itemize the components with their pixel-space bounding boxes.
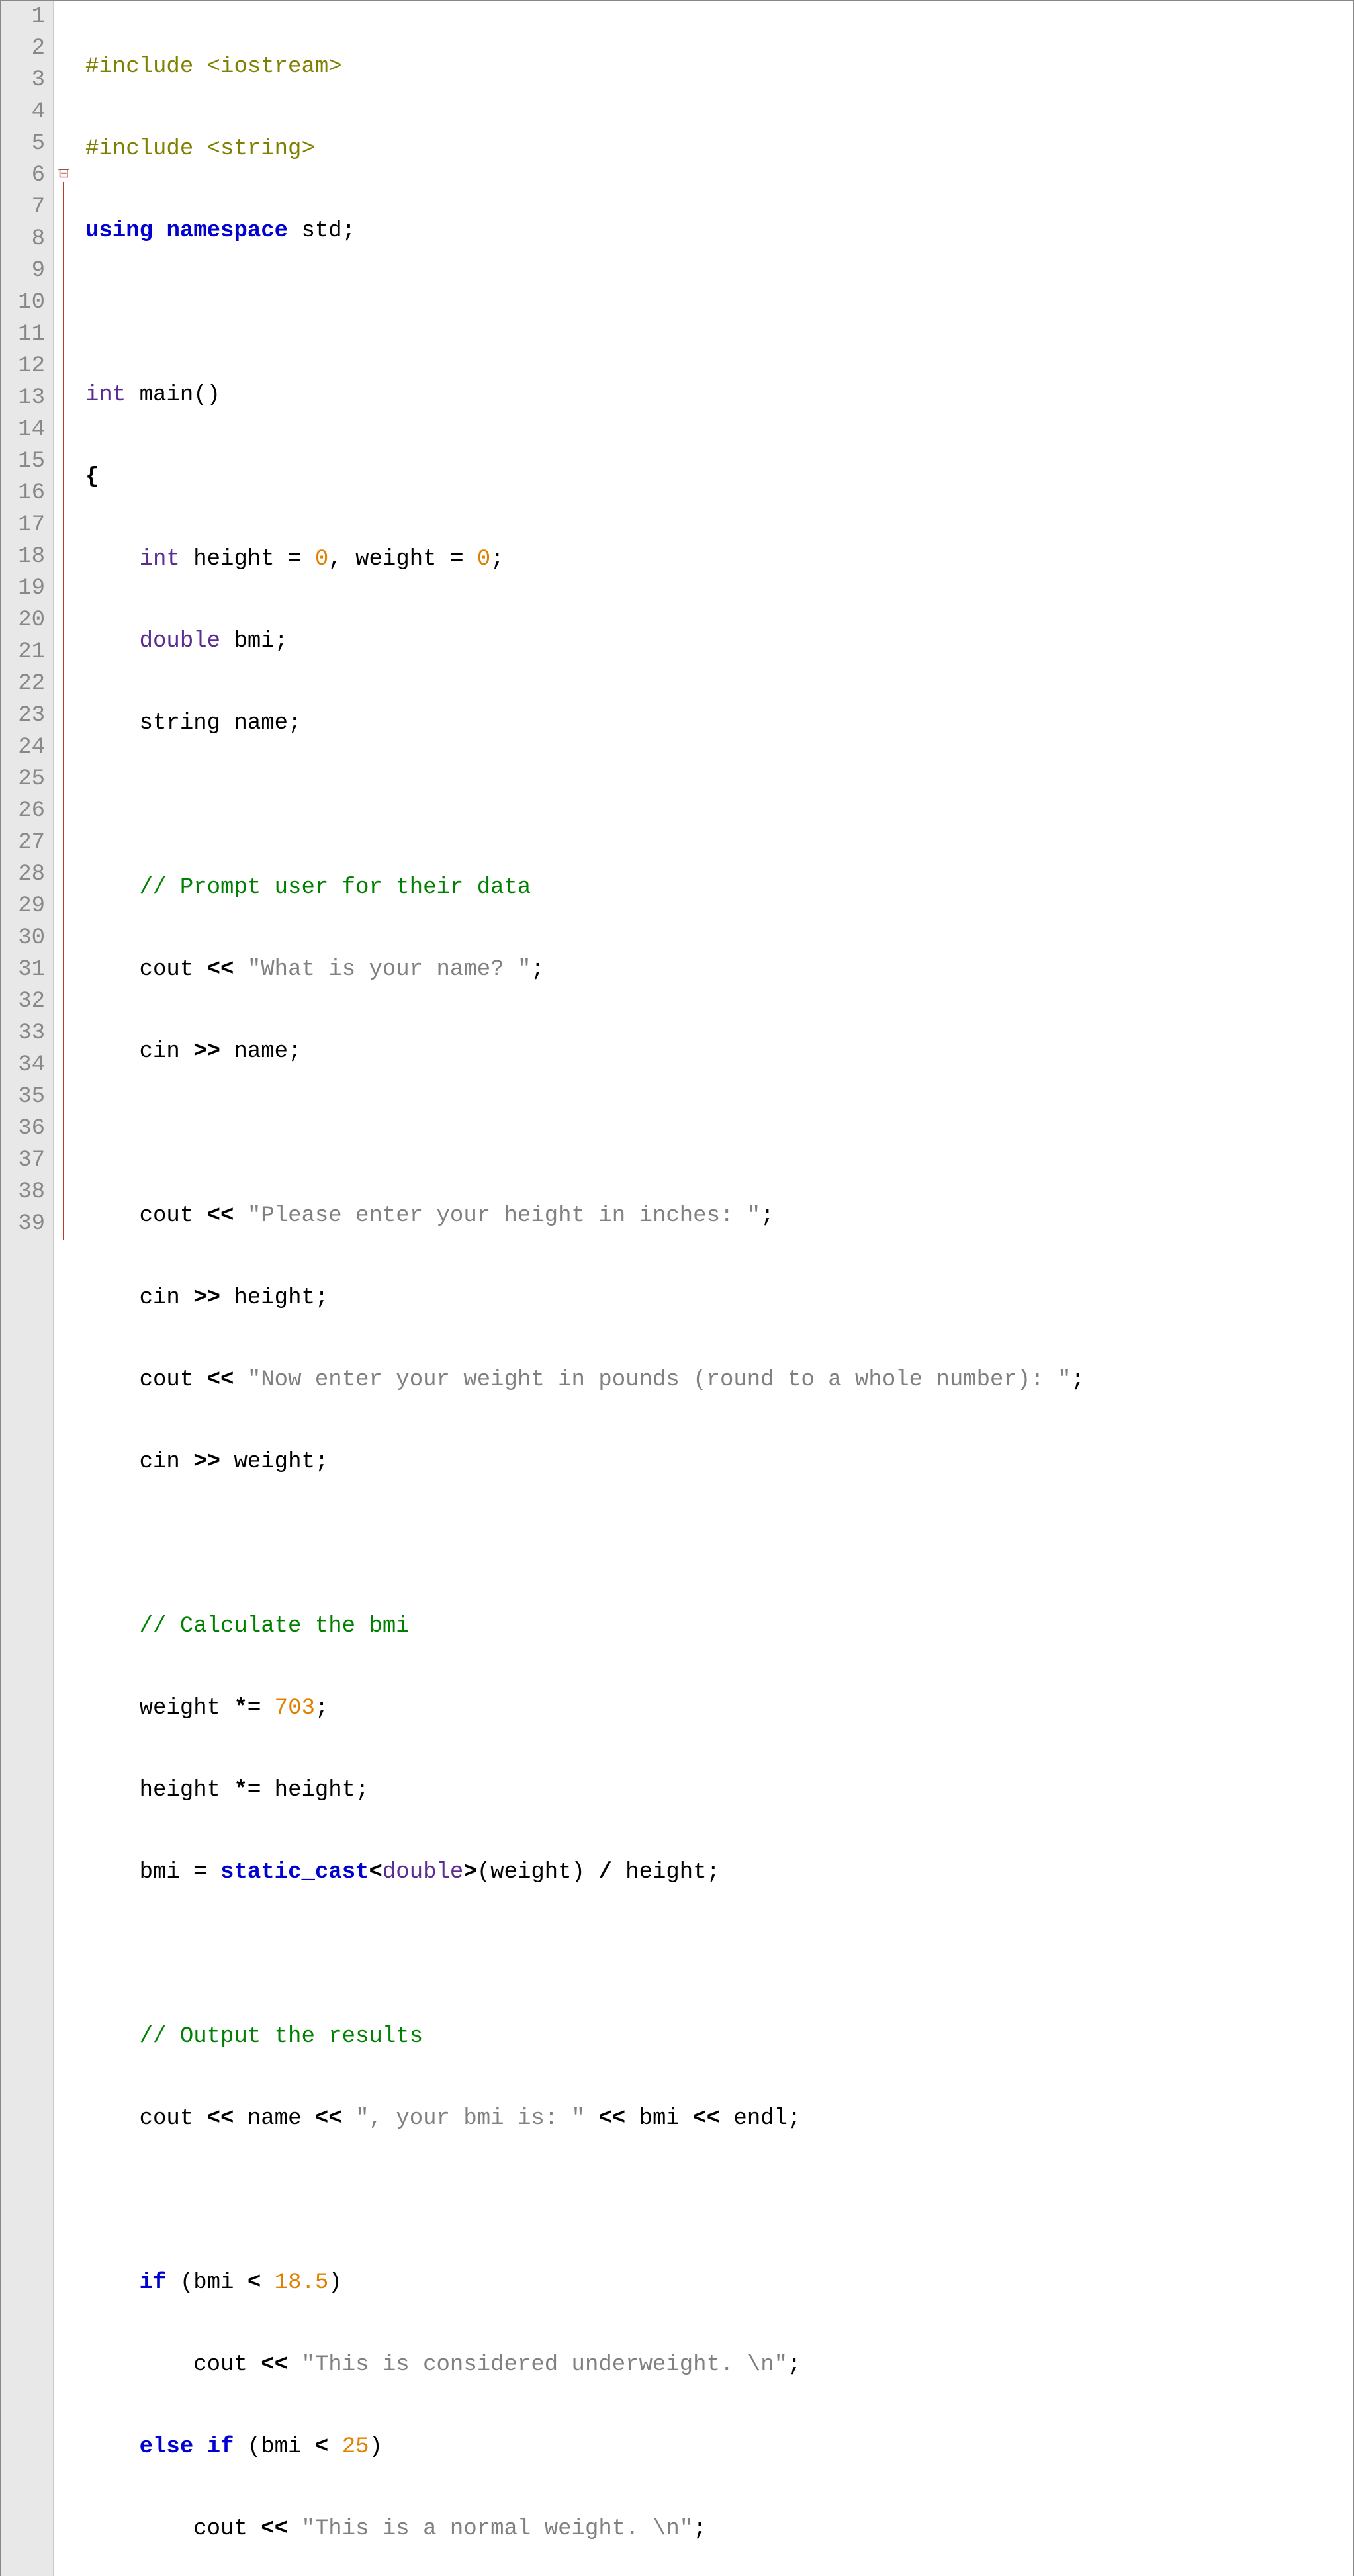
code-line: double bmi; xyxy=(85,625,1353,657)
line-number: 31 xyxy=(6,954,45,986)
line-number: 23 xyxy=(6,700,45,731)
code-line xyxy=(85,1528,1353,1560)
code-line: cout << "Please enter your height in inc… xyxy=(85,1200,1353,1232)
fold-guide-line xyxy=(63,182,64,1240)
code-line: // Prompt user for their data xyxy=(85,872,1353,903)
code-line: height *= height; xyxy=(85,1774,1353,1806)
line-number: 30 xyxy=(6,922,45,954)
line-number: 16 xyxy=(6,477,45,509)
code-line: string name; xyxy=(85,708,1353,739)
code-line: cin >> height; xyxy=(85,1282,1353,1314)
code-editor[interactable]: 1234567891011121314151617181920212223242… xyxy=(1,1,1353,2576)
line-number: 19 xyxy=(6,573,45,604)
line-number: 27 xyxy=(6,827,45,858)
line-number: 9 xyxy=(6,255,45,287)
code-line: cout << name << ", your bmi is: " << bmi… xyxy=(85,2103,1353,2135)
code-line xyxy=(85,790,1353,821)
code-line: else if (bmi < 25) xyxy=(85,2431,1353,2463)
code-line: cout << "What is your name? "; xyxy=(85,954,1353,986)
code-line xyxy=(85,2185,1353,2217)
code-line: // Output the results xyxy=(85,2021,1353,2052)
line-number: 13 xyxy=(6,382,45,414)
line-number: 14 xyxy=(6,414,45,445)
code-line xyxy=(85,1118,1353,1150)
code-line: cout << "This is a normal weight. \n"; xyxy=(85,2513,1353,2545)
code-line: #include <iostream> xyxy=(85,51,1353,83)
line-number: 15 xyxy=(6,445,45,477)
code-line: // Calculate the bmi xyxy=(85,1610,1353,1642)
code-line: cout << "This is considered underweight.… xyxy=(85,2349,1353,2381)
line-number: 33 xyxy=(6,1017,45,1049)
line-number: 38 xyxy=(6,1176,45,1208)
line-number: 29 xyxy=(6,890,45,922)
code-line: { xyxy=(85,461,1353,493)
line-number: 36 xyxy=(6,1113,45,1144)
line-number: 17 xyxy=(6,509,45,541)
code-line xyxy=(85,1939,1353,1970)
line-number: 26 xyxy=(6,795,45,827)
line-number-gutter: 1234567891011121314151617181920212223242… xyxy=(1,1,54,2576)
line-number: 25 xyxy=(6,763,45,795)
code-line: cout << "Now enter your weight in pounds… xyxy=(85,1364,1353,1396)
line-number: 32 xyxy=(6,986,45,1017)
code-line: int main() xyxy=(85,379,1353,411)
line-number: 37 xyxy=(6,1144,45,1176)
code-line: cin >> weight; xyxy=(85,1446,1353,1478)
code-line: cin >> name; xyxy=(85,1036,1353,1068)
line-number: 6 xyxy=(6,160,45,191)
line-number: 2 xyxy=(6,32,45,64)
code-line xyxy=(85,297,1353,329)
fold-column: ⊟ xyxy=(54,1,73,2576)
line-number: 8 xyxy=(6,223,45,255)
code-line: bmi = static_cast<double>(weight) / heig… xyxy=(85,1857,1353,1888)
fold-toggle-icon[interactable]: ⊟ xyxy=(58,169,69,181)
line-number: 22 xyxy=(6,668,45,700)
line-number: 3 xyxy=(6,64,45,96)
line-number: 28 xyxy=(6,858,45,890)
line-number: 1 xyxy=(6,1,45,32)
code-line: weight *= 703; xyxy=(85,1692,1353,1724)
code-line: using namespace std; xyxy=(85,215,1353,247)
line-number: 4 xyxy=(6,96,45,128)
line-number: 35 xyxy=(6,1081,45,1113)
line-number: 21 xyxy=(6,636,45,668)
line-number: 11 xyxy=(6,318,45,350)
line-number: 34 xyxy=(6,1049,45,1081)
code-line: int height = 0, weight = 0; xyxy=(85,543,1353,575)
line-number: 7 xyxy=(6,191,45,223)
line-number: 10 xyxy=(6,287,45,318)
line-number: 39 xyxy=(6,1208,45,1240)
line-number: 18 xyxy=(6,541,45,573)
code-line: if (bmi < 18.5) xyxy=(85,2267,1353,2299)
line-number: 20 xyxy=(6,604,45,636)
line-number: 5 xyxy=(6,128,45,160)
code-line: #include <string> xyxy=(85,133,1353,165)
code-area[interactable]: #include <iostream> #include <string> us… xyxy=(73,1,1353,2576)
line-number: 24 xyxy=(6,731,45,763)
line-number: 12 xyxy=(6,350,45,382)
